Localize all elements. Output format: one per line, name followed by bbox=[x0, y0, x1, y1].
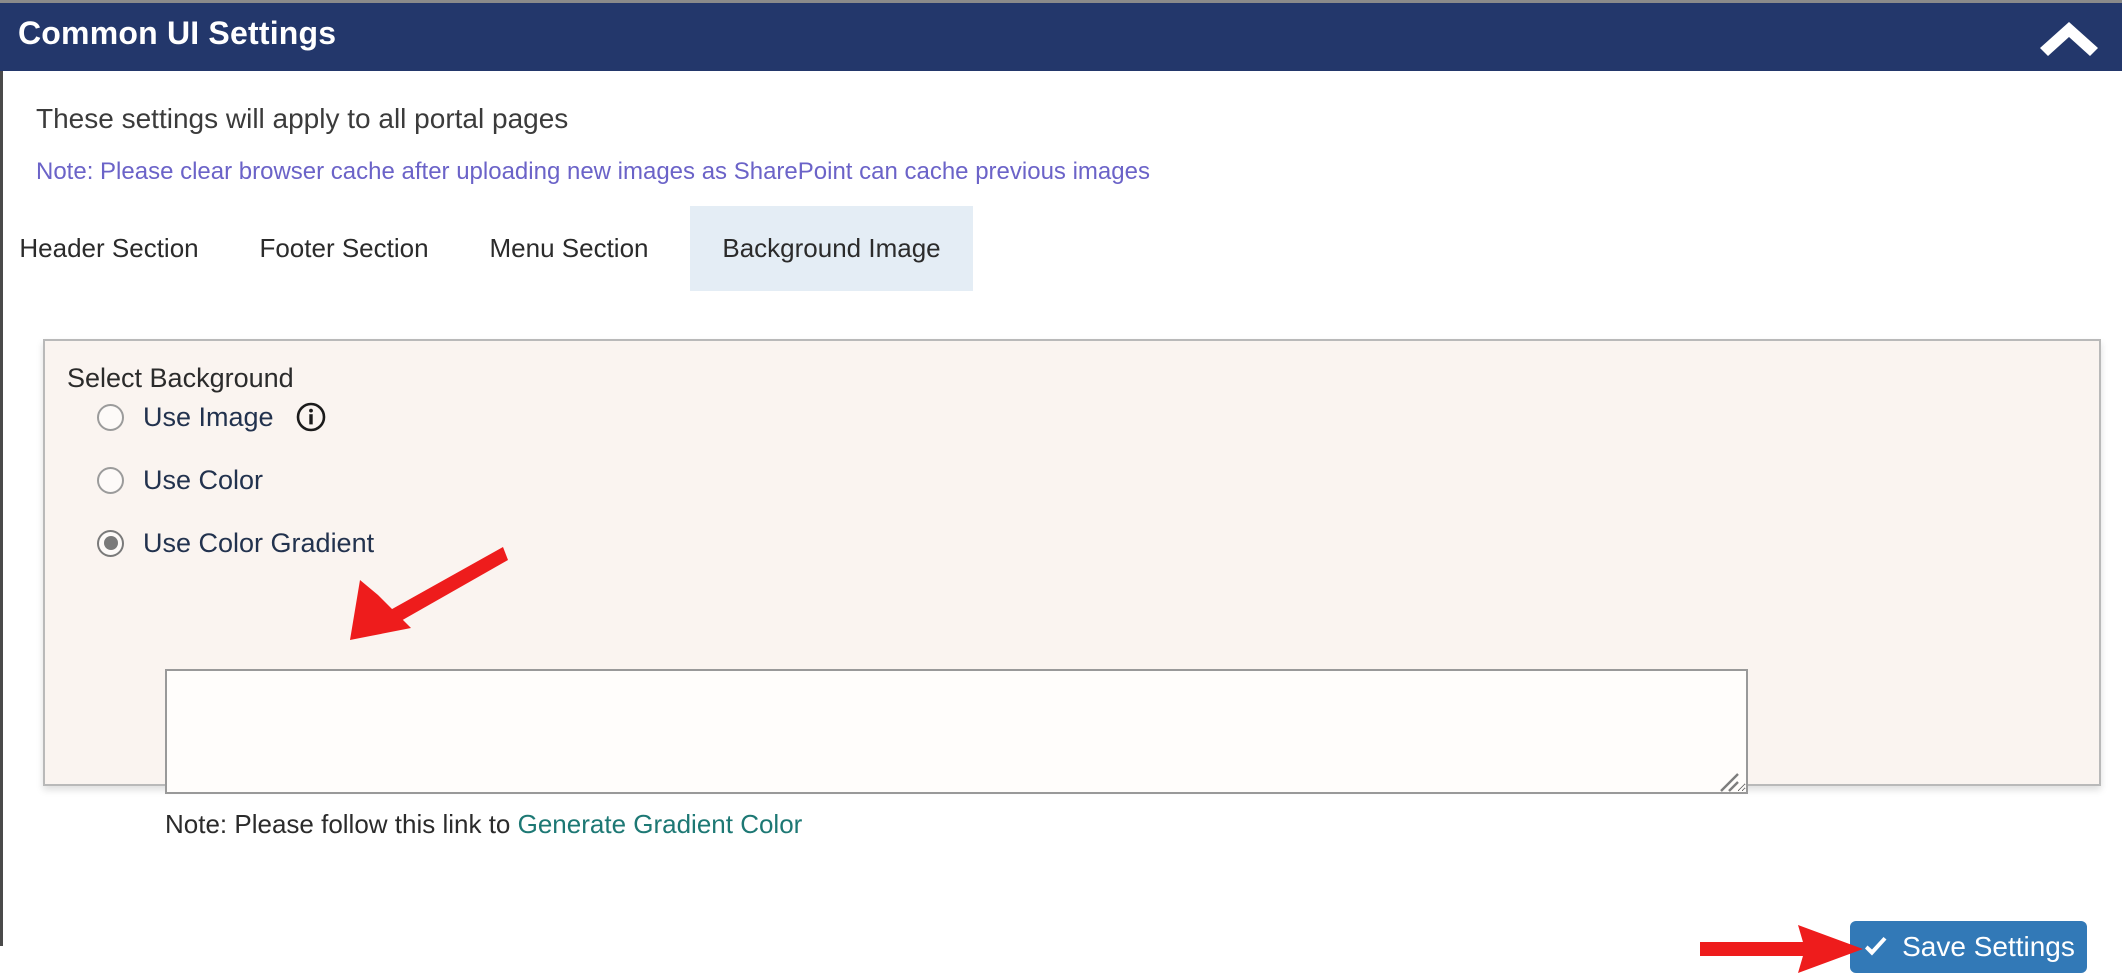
intro-description: These settings will apply to all portal … bbox=[36, 103, 569, 134]
tab-label: Footer Section bbox=[259, 233, 429, 263]
info-circle-icon[interactable] bbox=[296, 402, 326, 432]
radio-indicator bbox=[97, 403, 124, 431]
cache-note: Note: Please clear browser cache after u… bbox=[36, 158, 1150, 185]
tab-footer-section[interactable]: Footer Section bbox=[258, 206, 430, 291]
tab-label: Header Section bbox=[19, 233, 199, 263]
select-background-card: Select Background Use Image Use Color Us… bbox=[43, 339, 2101, 839]
tab-menu-section[interactable]: Menu Section bbox=[489, 206, 649, 291]
tab-background-image[interactable]: Background Image bbox=[690, 206, 973, 291]
radio-option-use-color[interactable]: Use Color bbox=[97, 460, 263, 500]
gradient-color-input[interactable] bbox=[165, 669, 1748, 794]
check-icon bbox=[1862, 934, 1889, 961]
page-title: Common UI Settings bbox=[18, 15, 337, 51]
radio-option-use-image[interactable]: Use Image bbox=[97, 397, 326, 437]
radio-label: Use Color Gradient bbox=[143, 527, 375, 558]
tab-header-section[interactable]: Header Section bbox=[19, 206, 198, 291]
tab-label: Menu Section bbox=[489, 233, 649, 263]
radio-option-use-color-gradient[interactable]: Use Color Gradient bbox=[97, 523, 374, 563]
tab-label: Background Image bbox=[722, 233, 941, 263]
generate-gradient-color-link[interactable]: Generate Gradient Color bbox=[518, 809, 803, 839]
radio-indicator bbox=[97, 466, 124, 494]
chevron-up-icon[interactable] bbox=[2038, 11, 2100, 61]
radio-label: Use Color bbox=[143, 464, 264, 495]
save-settings-label: Save Settings bbox=[1902, 931, 2075, 962]
save-settings-button[interactable]: Save Settings bbox=[1850, 921, 2087, 973]
gradient-note-prefix: Note: Please follow this link to bbox=[165, 809, 518, 839]
panel-body: These settings will apply to all portal … bbox=[0, 71, 2122, 973]
panel-title-bar: Common UI Settings bbox=[0, 3, 2122, 71]
common-ui-settings-panel: Common UI Settings These settings will a… bbox=[0, 0, 2122, 973]
radio-label: Use Image bbox=[143, 401, 274, 432]
gradient-helper-note: Note: Please follow this link to Generat… bbox=[165, 809, 802, 840]
settings-tab-strip: Header Section Footer Section Menu Secti… bbox=[3, 206, 2122, 291]
radio-indicator bbox=[97, 529, 124, 557]
select-background-legend: Select Background bbox=[67, 363, 294, 393]
red-arrow-right-icon bbox=[1700, 923, 1863, 975]
